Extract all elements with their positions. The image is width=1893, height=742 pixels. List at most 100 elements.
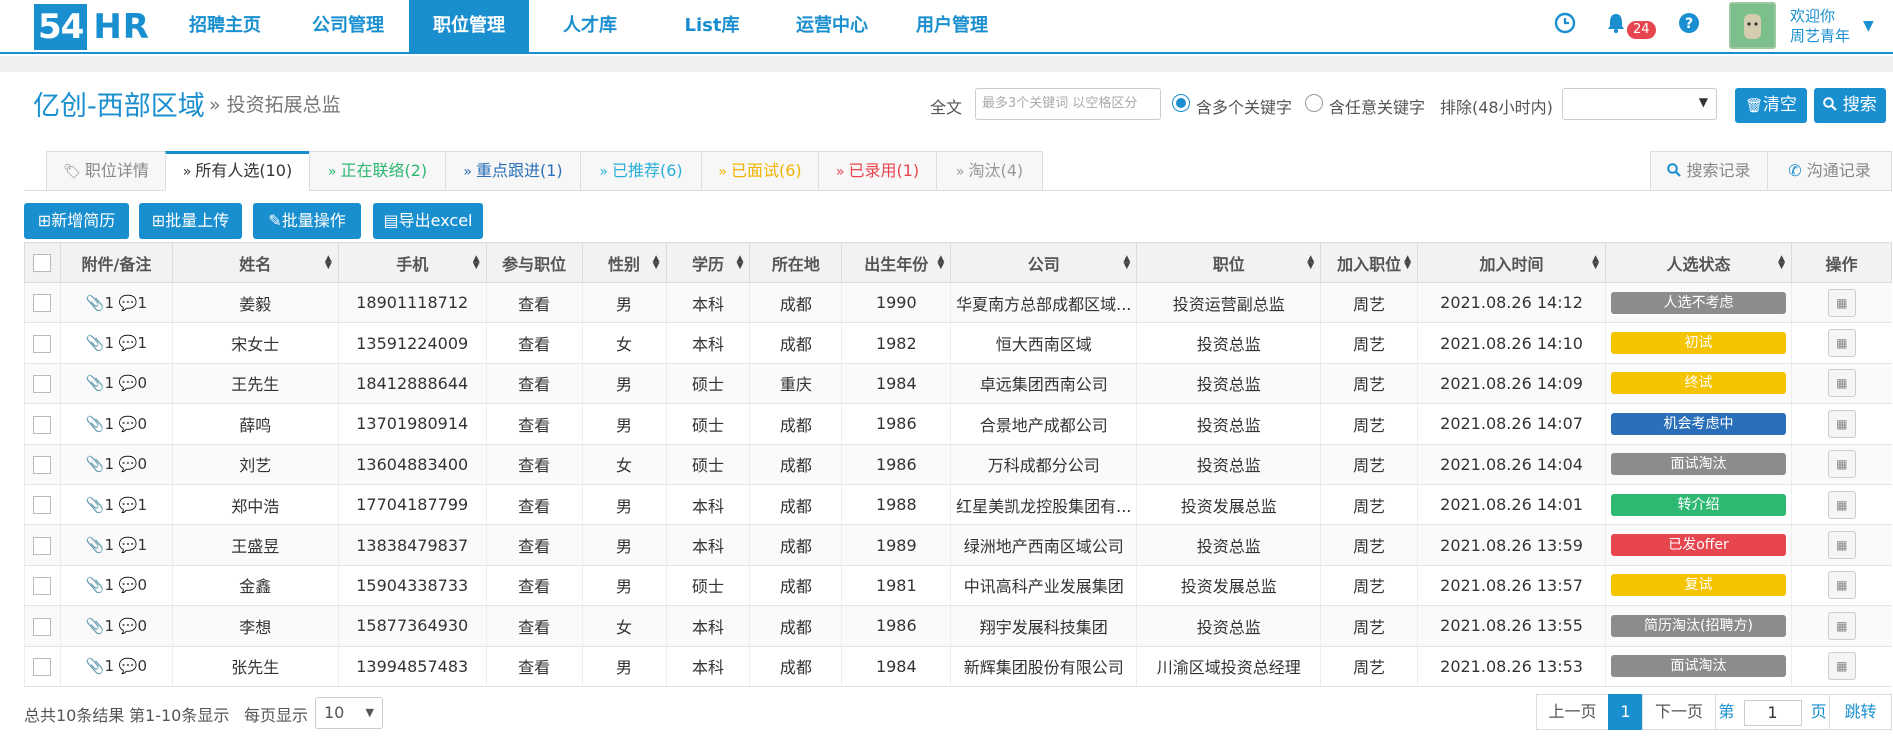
bell-icon[interactable] bbox=[1605, 12, 1627, 34]
add-resume-button[interactable]: ⊞新增简历 bbox=[24, 203, 129, 239]
attachment-cell[interactable]: 📎1 💬0 bbox=[59, 565, 173, 607]
attachment-cell[interactable]: 📎1 💬0 bbox=[59, 403, 173, 445]
status-badge[interactable]: 简历淘汰(招聘方) bbox=[1611, 614, 1786, 637]
view-positions-link[interactable]: 查看 bbox=[485, 524, 583, 566]
actions-cell[interactable]: ▦ bbox=[1791, 444, 1892, 485]
select-all-checkbox[interactable] bbox=[33, 254, 52, 273]
table-row[interactable]: 📎1 💬0 刘艺 13604883400 查看女硕士 成都 1986 万科成都分公司 投资总监… bbox=[24, 444, 1892, 485]
actions-cell[interactable]: ▦ bbox=[1791, 605, 1892, 647]
qr-code-icon[interactable]: ▦ bbox=[1827, 611, 1856, 640]
row-select-cell[interactable] bbox=[24, 282, 61, 324]
actions-cell[interactable]: ▦ bbox=[1791, 403, 1892, 445]
candidate-name[interactable]: 金鑫 bbox=[171, 565, 339, 607]
nav-item-users[interactable]: 用户管理 bbox=[897, 0, 1007, 52]
actions-cell[interactable]: ▦ bbox=[1791, 322, 1892, 364]
prev-page-button[interactable]: 上一页 bbox=[1536, 694, 1609, 730]
candidate-name[interactable]: 郑中浩 bbox=[171, 484, 339, 526]
clock-icon[interactable] bbox=[1554, 12, 1576, 34]
row-checkbox[interactable] bbox=[33, 294, 52, 313]
row-checkbox[interactable] bbox=[33, 577, 52, 596]
row-select-cell[interactable] bbox=[24, 444, 61, 485]
status-cell[interactable]: 面试淘汰 bbox=[1605, 444, 1792, 485]
qr-code-icon[interactable]: ▦ bbox=[1827, 409, 1856, 438]
table-row[interactable]: 📎1 💬0 薛鸣 13701980914 查看男硕士 成都 1986 合景地产成都公司 投资总… bbox=[24, 403, 1892, 445]
nav-item-talent-pool[interactable]: 人才库 bbox=[535, 0, 645, 52]
qr-code-icon[interactable]: ▦ bbox=[1827, 571, 1856, 600]
nav-item-positions[interactable]: 职位管理 bbox=[409, 0, 529, 52]
status-badge[interactable]: 面试淘汰 bbox=[1611, 655, 1786, 678]
avatar[interactable] bbox=[1729, 2, 1776, 49]
status-cell[interactable]: 已发offer bbox=[1605, 524, 1792, 566]
col-header-birth-year[interactable]: 出生年份 ▲ ▼ bbox=[841, 242, 952, 283]
select-all-cell[interactable] bbox=[24, 242, 61, 283]
candidate-name[interactable]: 李想 bbox=[171, 605, 339, 647]
sort-icon[interactable]: ▲ ▼ bbox=[1778, 255, 1785, 271]
status-badge[interactable]: 初试 bbox=[1611, 332, 1786, 355]
col-header-join-time[interactable]: 加入时间 ▲ ▼ bbox=[1417, 242, 1607, 283]
status-badge[interactable]: 人选不考虑 bbox=[1611, 291, 1786, 314]
candidate-name[interactable]: 王先生 bbox=[171, 363, 339, 405]
tab-hired[interactable]: » 已录用(1) bbox=[818, 151, 937, 191]
goto-button[interactable]: 跳转 bbox=[1829, 694, 1892, 730]
candidate-name[interactable]: 刘艺 bbox=[171, 444, 339, 485]
attachment-cell[interactable]: 📎1 💬1 bbox=[59, 524, 173, 566]
table-row[interactable]: 📎1 💬1 宋女士 13591224009 查看女本科 成都 1982 恒大西南区域 投资总监… bbox=[24, 322, 1892, 364]
tab-all-candidates[interactable]: » 所有人选(10) bbox=[165, 151, 310, 191]
row-select-cell[interactable] bbox=[24, 484, 61, 526]
col-header-company[interactable]: 公司 ▲ ▼ bbox=[950, 242, 1138, 283]
row-checkbox[interactable] bbox=[33, 496, 52, 515]
row-checkbox[interactable] bbox=[33, 657, 52, 676]
status-cell[interactable]: 转介绍 bbox=[1605, 484, 1792, 526]
status-badge[interactable]: 已发offer bbox=[1611, 534, 1786, 557]
view-positions-link[interactable]: 查看 bbox=[485, 403, 583, 445]
row-select-cell[interactable] bbox=[24, 605, 61, 647]
sort-icon[interactable]: ▲ ▼ bbox=[1404, 255, 1411, 271]
radio-any-keyword[interactable] bbox=[1305, 94, 1323, 112]
status-cell[interactable]: 复试 bbox=[1605, 565, 1792, 607]
per-page-select[interactable]: 10 ▼ bbox=[315, 697, 383, 729]
tab-recommended[interactable]: » 已推荐(6) bbox=[580, 151, 702, 191]
batch-operation-button[interactable]: ✎批量操作 bbox=[253, 203, 361, 239]
sort-icon[interactable]: ▲ ▼ bbox=[653, 255, 660, 271]
table-row[interactable]: 📎1 💬0 王先生 18412888644 查看男硕士 重庆 1984 卓远集团西南公司 投资… bbox=[24, 363, 1892, 405]
table-row[interactable]: 📎1 💬0 张先生 13994857483 查看男本科 成都 1984 新辉集团股份有限公司… bbox=[24, 646, 1892, 687]
attachment-cell[interactable]: 📎1 💬1 bbox=[59, 322, 173, 364]
sort-icon[interactable]: ▲ ▼ bbox=[1307, 255, 1314, 271]
row-checkbox[interactable] bbox=[33, 617, 52, 636]
status-cell[interactable]: 人选不考虑 bbox=[1605, 282, 1792, 324]
view-positions-link[interactable]: 查看 bbox=[485, 282, 583, 324]
row-checkbox[interactable] bbox=[33, 456, 52, 474]
table-row[interactable]: 📎1 💬0 金鑫 15904338733 查看男硕士 成都 1981 中讯高科产业发展集团投… bbox=[24, 565, 1892, 607]
status-cell[interactable]: 机会考虑中 bbox=[1605, 403, 1792, 445]
actions-cell[interactable]: ▦ bbox=[1791, 363, 1892, 405]
row-select-cell[interactable] bbox=[24, 646, 61, 687]
sort-icon[interactable]: ▲ ▼ bbox=[325, 255, 332, 271]
tab-contacting[interactable]: » 正在联络(2) bbox=[309, 151, 446, 191]
attachment-cell[interactable]: 📎1 💬0 bbox=[59, 605, 173, 647]
row-select-cell[interactable] bbox=[24, 565, 61, 607]
table-row[interactable]: 📎1 💬1 王盛昱 13838479837 查看男本科 成都 1989 绿洲地产西南区域公司… bbox=[24, 524, 1892, 566]
tab-eliminated[interactable]: » 淘汰(4) bbox=[936, 151, 1043, 191]
nav-item-operations[interactable]: 运营中心 bbox=[777, 0, 887, 52]
clear-button[interactable]: 🗑清空 bbox=[1735, 88, 1807, 123]
table-row[interactable]: 📎1 💬0 李想 15877364930 查看女本科 成都 1986 翔宇发展科技集团 投资总… bbox=[24, 605, 1892, 647]
search-button[interactable]: 搜索 bbox=[1814, 88, 1886, 123]
actions-cell[interactable]: ▦ bbox=[1791, 524, 1892, 566]
row-select-cell[interactable] bbox=[24, 524, 61, 566]
sort-icon[interactable]: ▲ ▼ bbox=[473, 255, 480, 271]
batch-upload-button[interactable]: ⊞批量上传 bbox=[139, 203, 242, 239]
attachment-cell[interactable]: 📎1 💬1 bbox=[59, 282, 173, 324]
row-checkbox[interactable] bbox=[33, 375, 52, 394]
status-badge[interactable]: 面试淘汰 bbox=[1611, 453, 1786, 476]
col-header-education[interactable]: 学历 ▲ ▼ bbox=[665, 242, 751, 283]
view-positions-link[interactable]: 查看 bbox=[485, 363, 583, 405]
col-header-gender[interactable]: 性别 ▲ ▼ bbox=[581, 242, 667, 283]
view-positions-link[interactable]: 查看 bbox=[485, 646, 583, 687]
tab-position-detail[interactable]: 🏷 职位详情 bbox=[46, 151, 166, 191]
col-header-phone[interactable]: 手机 ▲ ▼ bbox=[337, 242, 487, 283]
candidate-name[interactable]: 宋女士 bbox=[171, 322, 339, 364]
candidate-name[interactable]: 姜毅 bbox=[171, 282, 339, 324]
status-badge[interactable]: 复试 bbox=[1611, 574, 1786, 597]
status-cell[interactable]: 终试 bbox=[1605, 363, 1792, 405]
actions-cell[interactable]: ▦ bbox=[1791, 282, 1892, 324]
